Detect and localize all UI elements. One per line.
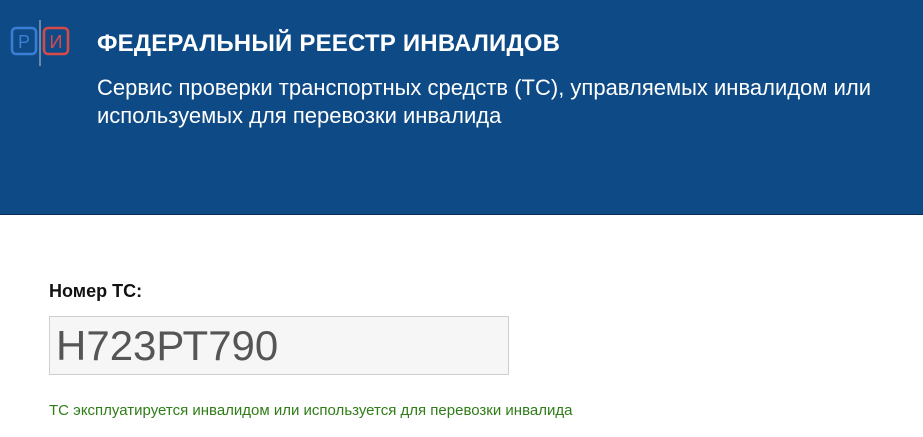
plate-number-input[interactable] [49,316,509,375]
logo-letter-left: Р [18,32,30,52]
page-subtitle: Сервис проверки транспортных средств (ТС… [97,75,871,128]
check-result-status: ТС эксплуатируется инвалидом или использ… [49,402,573,419]
fri-logo-icon[interactable]: Р И [10,18,72,66]
page-title: ФЕДЕРАЛЬНЫЙ РЕЕСТР ИНВАЛИДОВ [97,30,561,57]
plate-number-label: Номер ТС: [49,281,143,301]
logo-letter-right: И [50,32,63,52]
site-header: Р И ФЕДЕРАЛЬНЫЙ РЕЕСТР ИНВАЛИДОВ Сервис … [0,0,923,215]
